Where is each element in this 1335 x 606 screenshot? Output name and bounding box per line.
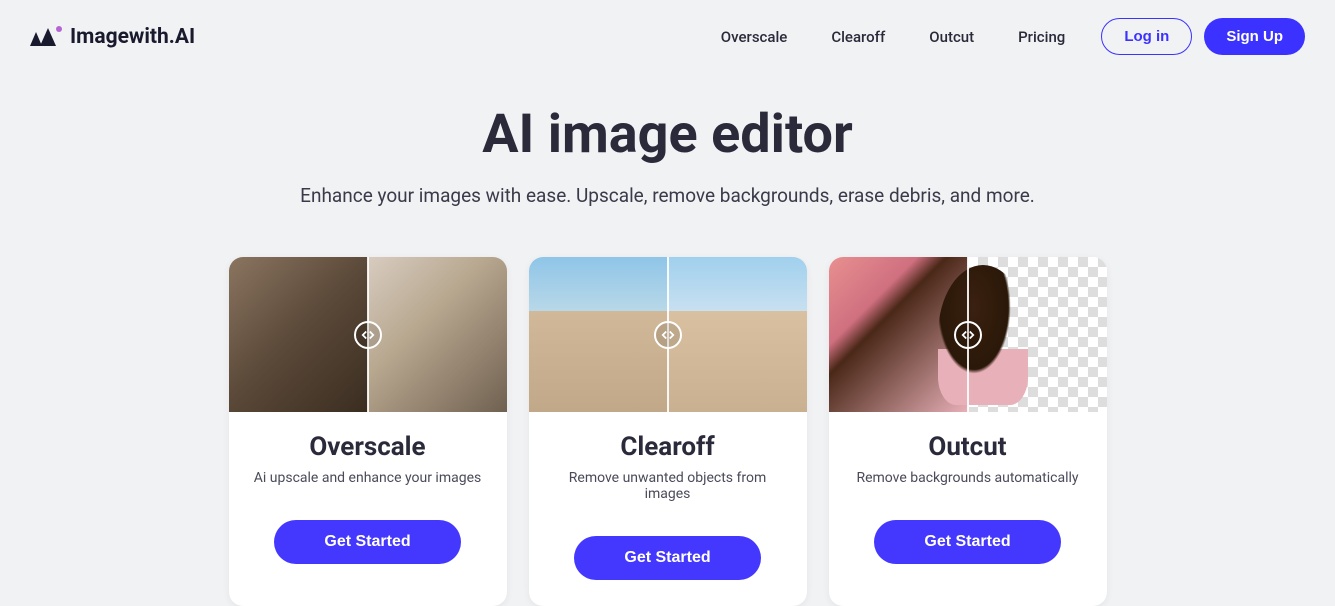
card-title: Clearoff (547, 432, 789, 462)
page-subtitle: Enhance your images with ease. Upscale, … (0, 184, 1335, 207)
card-desc: Ai upscale and enhance your images (247, 470, 489, 486)
header: Imagewith.AI Overscale Clearoff Outcut P… (0, 0, 1335, 73)
card-overscale: Overscale Ai upscale and enhance your im… (229, 257, 507, 606)
auth-buttons: Log in Sign Up (1101, 18, 1305, 55)
card-desc: Remove backgrounds automatically (847, 470, 1089, 486)
compare-slider-icon[interactable] (954, 321, 982, 349)
nav-link-overscale[interactable]: Overscale (721, 28, 788, 46)
card-image-outcut (829, 257, 1107, 412)
card-clearoff: Clearoff Remove unwanted objects from im… (529, 257, 807, 606)
card-title: Overscale (247, 432, 489, 462)
card-image-overscale (229, 257, 507, 412)
nav-link-clearoff[interactable]: Clearoff (831, 28, 885, 46)
page-title: AI image editor (0, 103, 1335, 166)
get-started-button[interactable]: Get Started (574, 536, 760, 580)
card-desc: Remove unwanted objects from images (547, 470, 789, 502)
card-title: Outcut (847, 432, 1089, 462)
signup-button[interactable]: Sign Up (1204, 18, 1305, 55)
nav-right: Overscale Clearoff Outcut Pricing Log in… (721, 18, 1305, 55)
nav-links: Overscale Clearoff Outcut Pricing (721, 28, 1066, 46)
brand-name: Imagewith.AI (70, 25, 195, 49)
hero: AI image editor Enhance your images with… (0, 103, 1335, 207)
card-outcut: Outcut Remove backgrounds automatically … (829, 257, 1107, 606)
compare-slider-icon[interactable] (354, 321, 382, 349)
feature-cards: Overscale Ai upscale and enhance your im… (0, 257, 1335, 606)
login-button[interactable]: Log in (1101, 18, 1192, 55)
card-image-clearoff (529, 257, 807, 412)
compare-slider-icon[interactable] (654, 321, 682, 349)
get-started-button[interactable]: Get Started (874, 520, 1060, 564)
nav-link-outcut[interactable]: Outcut (929, 28, 974, 46)
get-started-button[interactable]: Get Started (274, 520, 460, 564)
brand-logo[interactable]: Imagewith.AI (30, 25, 195, 49)
logo-icon (30, 28, 62, 46)
nav-link-pricing[interactable]: Pricing (1018, 28, 1065, 46)
